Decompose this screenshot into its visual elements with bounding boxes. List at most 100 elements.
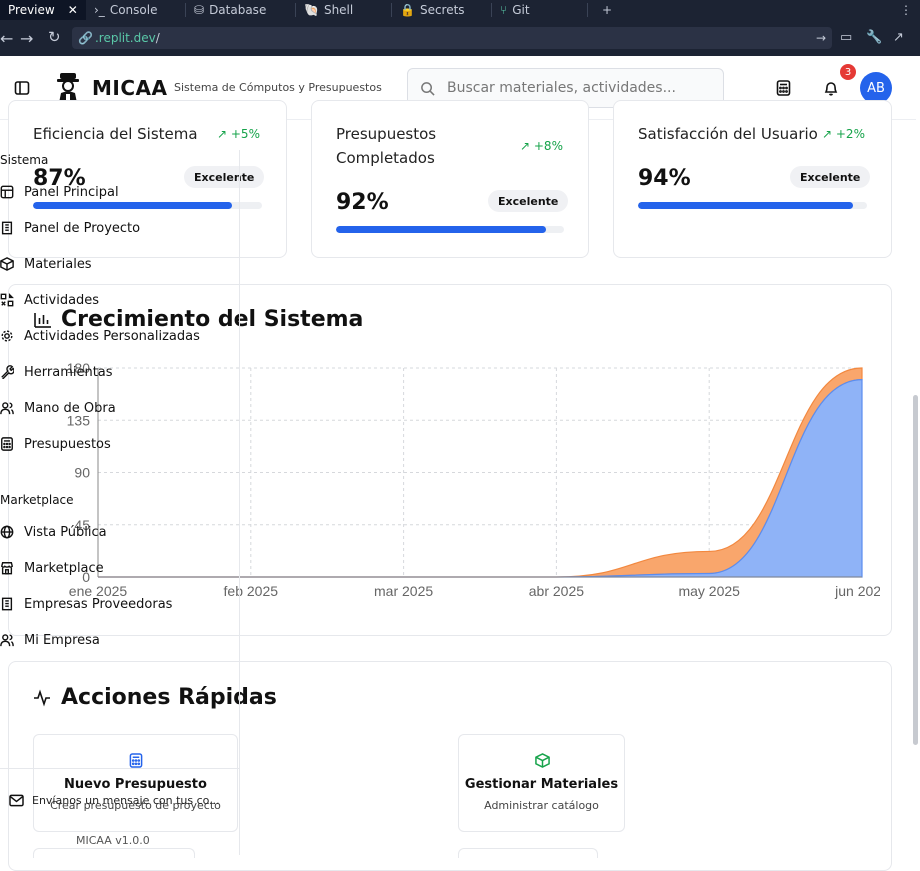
sidebar-item-panel-principal[interactable]: Panel Principal xyxy=(0,182,119,202)
tab-console[interactable]: ›_ Console xyxy=(86,0,186,20)
notification-badge: 3 xyxy=(840,64,856,80)
kpi-delta: ↗ +2% xyxy=(822,127,865,141)
sidebar-item-materiales[interactable]: Materiales xyxy=(0,254,92,274)
back-icon[interactable]: ← xyxy=(0,29,13,48)
devices-icon[interactable]: ▭ xyxy=(840,30,852,45)
tab-label: Preview xyxy=(8,3,55,17)
kpi-value: 92% xyxy=(336,190,389,215)
url-path: / xyxy=(155,31,160,45)
sidebar-section-marketplace: Marketplace xyxy=(0,493,74,507)
sidebar-item-label: Panel de Proyecto xyxy=(24,220,141,236)
tab-git[interactable]: ⑂ Git xyxy=(492,0,588,20)
status-badge: Excelente xyxy=(790,166,871,188)
app-subtitle: Sistema de Cómputos y Presupuestos xyxy=(174,81,382,94)
x-tick-label: may 2025 xyxy=(678,583,740,599)
sidebar-item-label: Materiales xyxy=(24,256,92,272)
manage-materials-button[interactable]: Gestionar Materiales Administrar catálog… xyxy=(458,734,625,832)
box-icon xyxy=(535,753,550,768)
layout-icon xyxy=(0,185,14,199)
kpi-delta-value: +8% xyxy=(533,139,563,153)
sidebar-section-sistema: Sistema xyxy=(0,153,49,167)
lock-icon: 🔒 xyxy=(400,3,415,17)
tab-label: Database xyxy=(209,3,267,17)
action-title: Gestionar Materiales xyxy=(464,777,619,792)
forward-icon[interactable]: → xyxy=(20,29,33,48)
tab-database[interactable]: ⛁ Database xyxy=(186,0,296,20)
kpi-delta-value: +5% xyxy=(230,127,260,141)
x-tick-label: jun 2025 xyxy=(834,583,880,599)
mail-icon[interactable] xyxy=(9,794,24,807)
git-branch-icon: ⑂ xyxy=(500,3,508,17)
kpi-delta-value: +2% xyxy=(835,127,865,141)
sidebar-item-panel-de-proyecto[interactable]: Panel de Proyecto xyxy=(0,218,140,238)
kpi-title: Satisfacción del Usuario xyxy=(638,125,818,143)
browser-tab-bar: Preview ✕ ›_ Console ⛁ Database 🐚 Shell … xyxy=(0,0,920,20)
calculator-icon[interactable] xyxy=(776,80,791,96)
new-tab-button[interactable]: + xyxy=(594,0,620,20)
sidebar-item-presupuestos[interactable]: Presupuestos xyxy=(0,434,111,454)
sidebar-item-label: Marketplace xyxy=(24,560,104,576)
kpi-delta: ↗ +8% xyxy=(520,139,563,153)
app-version: MICAA v1.0.0 xyxy=(76,834,150,847)
more-options-icon[interactable]: ⋮ xyxy=(892,0,920,20)
status-badge: Excelente xyxy=(488,190,569,212)
tab-label: Git xyxy=(512,3,530,17)
store-icon xyxy=(0,562,14,575)
kpi-progress-bar xyxy=(638,202,867,209)
arrow-right-icon[interactable]: → xyxy=(816,31,826,45)
sidebar-item-label: Vista Pública xyxy=(24,524,107,540)
globe-icon xyxy=(0,525,14,539)
progress-fill xyxy=(336,226,546,233)
sidebar-item-herramientas[interactable]: Herramientas xyxy=(0,362,113,382)
sidebar-item-mi-empresa[interactable]: Mi Empresa xyxy=(0,630,100,650)
wrench-icon xyxy=(1,365,14,379)
x-tick-label: mar 2025 xyxy=(374,583,433,599)
link-icon: 🔗 xyxy=(78,31,93,45)
sidebar-item-actividades-personalizadas[interactable]: Actividades Personalizadas xyxy=(0,326,200,346)
building-icon xyxy=(1,221,13,235)
devtools-icon[interactable]: 🔧 xyxy=(866,30,882,45)
sidebar-item-vista-publica[interactable]: Vista Pública xyxy=(0,522,107,542)
sidebar-item-label: Actividades Personalizadas xyxy=(24,328,200,344)
plus-icon: + xyxy=(602,3,613,17)
open-external-icon[interactable]: ↗ xyxy=(893,30,904,45)
shell-icon: 🐚 xyxy=(304,3,319,17)
activity-grid-icon xyxy=(0,293,14,307)
sidebar-item-marketplace[interactable]: Marketplace xyxy=(0,558,104,578)
action-description: Administrar catálogo xyxy=(484,799,599,812)
reload-icon[interactable]: ↻ xyxy=(48,28,61,46)
close-icon[interactable]: ✕ xyxy=(68,3,78,17)
quick-action-card-partial[interactable] xyxy=(458,848,598,858)
sidebar-item-label: Herramientas xyxy=(24,364,113,380)
calculator-icon xyxy=(1,437,13,451)
sidebar-item-label: Mi Empresa xyxy=(24,632,100,648)
kpi-delta: ↗ +5% xyxy=(217,127,260,141)
kpi-progress-bar xyxy=(336,226,564,233)
tab-shell[interactable]: 🐚 Shell xyxy=(296,0,392,20)
sidebar-item-mano-de-obra[interactable]: Mano de Obra xyxy=(0,398,116,418)
search-placeholder: Buscar materiales, actividades... xyxy=(447,80,676,96)
bell-icon[interactable] xyxy=(823,80,839,96)
url-host: .replit.dev xyxy=(94,31,156,45)
app-brand[interactable]: MICAA xyxy=(92,76,167,100)
tab-label: Console xyxy=(109,3,158,17)
tab-label: Secrets xyxy=(419,3,465,17)
sidebar-item-label: Presupuestos xyxy=(24,436,111,452)
kpi-value: 94% xyxy=(638,166,691,191)
address-bar[interactable]: 🔗 .replit.dev / → xyxy=(72,27,832,49)
sidebar-item-actividades[interactable]: Actividades xyxy=(0,290,99,310)
tab-preview[interactable]: Preview ✕ xyxy=(0,0,86,20)
gear-icon xyxy=(1,330,13,342)
sidebar-item-label: Actividades xyxy=(24,292,100,308)
sidebar-item-label: Empresas Proveedoras xyxy=(24,596,173,612)
sidebar-item-empresas-proveedoras[interactable]: Empresas Proveedoras xyxy=(0,594,172,614)
database-icon: ⛁ xyxy=(194,3,205,17)
sidebar-toggle-icon[interactable] xyxy=(14,80,30,96)
progress-fill xyxy=(638,202,854,209)
x-tick-label: abr 2025 xyxy=(529,583,584,599)
building-icon xyxy=(1,597,13,611)
scrollbar[interactable] xyxy=(913,395,918,745)
users-icon xyxy=(0,402,14,415)
tab-secrets[interactable]: 🔒 Secrets xyxy=(392,0,492,20)
contact-message-link[interactable]: Envíanos un mensaje con tus co... xyxy=(32,794,220,807)
